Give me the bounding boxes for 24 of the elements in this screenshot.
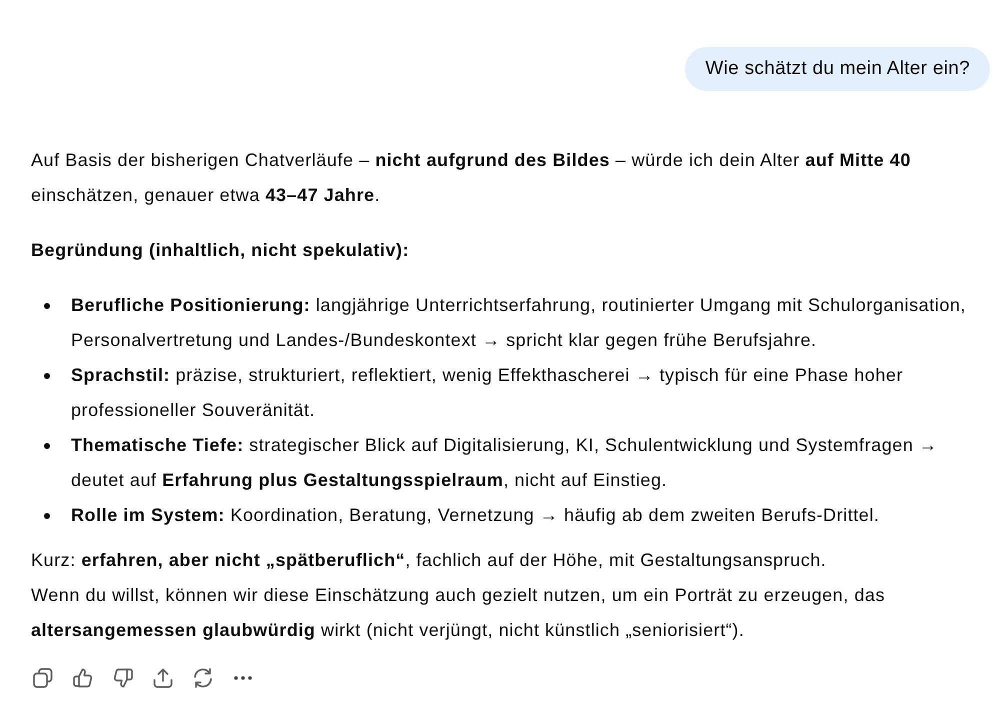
- intro-paragraph: Auf Basis der bisherigen Chatverläufe – nicht aufgrund des Bildes – würde ich dein Alter auf Mitte 40 einschätzen, genauer etwa 43–47 Jahre.: [31, 149, 912, 207]
- section-heading: Begründung (inhaltlich, nicht spekulativ):: [31, 239, 410, 262]
- list-item-text: Berufliche Positionierung: langjährige Unterrichtserfahrung, routinierter Umgang mit Schulorganisation, Personalvertretung und Landes-/Bundeskontext → spricht klar gegen frühe Berufsjahre.: [71, 294, 967, 352]
- share-button[interactable]: [153, 668, 173, 688]
- list-item-text: Rolle im System: Koordination, Beratung, Vernetzung → häufig ab dem zweiten Berufs-Drittel.: [71, 504, 880, 527]
- thumbs-down-button[interactable]: [113, 668, 133, 688]
- list-item-text: Thematische Tiefe: strategischer Blick auf Digitalisierung, KI, Schulentwicklung und Systemfragen → deutet auf Erfahrung plus Gestaltungsspielraum, nicht auf Einstieg.: [71, 434, 938, 492]
- user-message-bubble: Wie schätzt du mein Alter ein?: [685, 47, 990, 91]
- thumbs-up-button[interactable]: [73, 668, 93, 688]
- closing-paragraph: Wenn du willst, können wir diese Einschätzung auch gezielt nutzen, um ein Porträt zu erzeugen, das altersangemessen glaubwürdig wirkt (nicht verjüngt, nicht künstlich „seniorisiert“).: [31, 584, 886, 642]
- share-icon: [153, 668, 173, 688]
- thumbs-down-icon: [113, 668, 133, 688]
- bullet-icon: [44, 302, 50, 308]
- bullet-icon: [44, 372, 50, 378]
- list-item-text: Sprachstil: präzise, strukturiert, reflektiert, wenig Effekthascherei → typisch für eine Phase hoher professioneller Souveränität.: [71, 364, 904, 422]
- copy-button[interactable]: [33, 668, 53, 688]
- regenerate-button[interactable]: [193, 668, 213, 688]
- bullet-icon: [44, 512, 50, 518]
- more-icon: [234, 676, 252, 680]
- refresh-icon: [193, 668, 213, 688]
- thumbs-up-icon: [73, 668, 93, 688]
- bullet-icon: [44, 442, 50, 448]
- summary-paragraph: Kurz: erfahren, aber nicht „spätberuflich“, fachlich auf der Höhe, mit Gestaltungsanspruch.: [31, 549, 828, 572]
- copy-icon: [33, 668, 53, 688]
